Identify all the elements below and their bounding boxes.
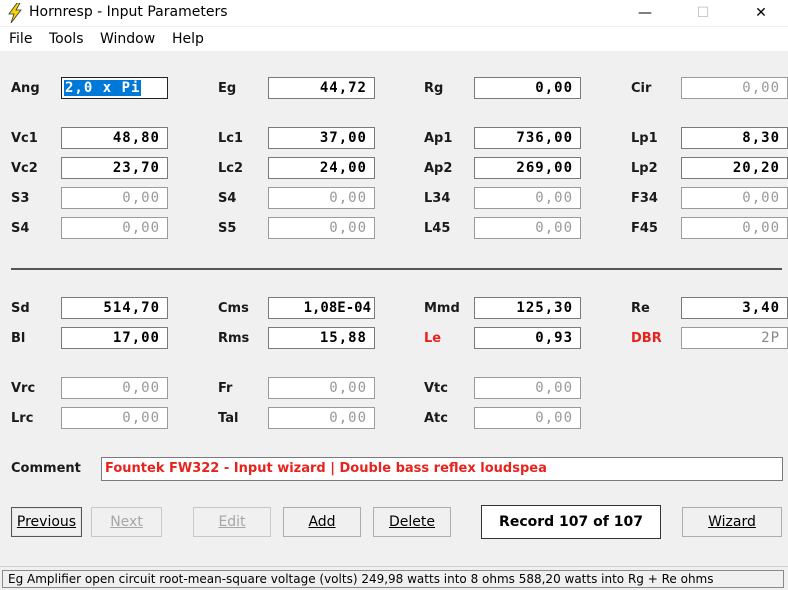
label-rms: Rms (218, 331, 250, 346)
label-f45: F45 (631, 221, 658, 236)
field-l45[interactable]: 0,00 (474, 217, 581, 239)
label-s4: S4 (11, 221, 30, 236)
field-vc2[interactable]: 23,70 (61, 157, 168, 179)
field-lc1[interactable]: 37,00 (268, 127, 375, 149)
label-s3: S3 (11, 191, 30, 206)
field-ang-value: 2,0 x Pi (64, 80, 142, 96)
close-button[interactable]: ✕ (738, 0, 784, 26)
label-s5: S5 (218, 221, 237, 236)
label-lp2: Lp2 (631, 161, 658, 176)
field-l34[interactable]: 0,00 (474, 187, 581, 209)
comment-field[interactable]: Fountek FW322 - Input wizard | Double ba… (101, 457, 783, 481)
field-s5[interactable]: 0,00 (268, 217, 375, 239)
menu-tools[interactable]: Tools (49, 31, 84, 47)
field-rg[interactable]: 0,00 (474, 77, 581, 99)
label-vtc: Vtc (424, 381, 448, 396)
field-cms[interactable]: 1,08E-04 (268, 297, 375, 319)
label-dbr[interactable]: DBR (631, 331, 662, 347)
delete-button[interactable]: Delete (373, 507, 451, 537)
label-cir: Cir (631, 81, 652, 96)
label-f34: F34 (631, 191, 658, 206)
menu-bar: File Tools Window Help (0, 27, 788, 51)
label-vrc: Vrc (11, 381, 36, 396)
field-tal[interactable]: 0,00 (268, 407, 375, 429)
field-sd[interactable]: 514,70 (61, 297, 168, 319)
section-divider (11, 268, 782, 270)
field-lp2[interactable]: 20,20 (681, 157, 788, 179)
label-eg: Eg (218, 81, 237, 96)
label-vc1: Vc1 (11, 131, 38, 146)
label-s4-upper: S4 (218, 191, 237, 206)
menu-file[interactable]: File (9, 31, 32, 47)
label-lc1: Lc1 (218, 131, 244, 146)
field-s4[interactable]: 0,00 (61, 217, 168, 239)
label-rg: Rg (424, 81, 444, 96)
label-comment: Comment (11, 461, 81, 476)
record-counter: Record 107 of 107 (481, 505, 661, 539)
label-le[interactable]: Le (424, 331, 441, 347)
wizard-button[interactable]: Wizard (682, 507, 782, 537)
maximize-icon: ☐ (696, 5, 710, 21)
label-fr: Fr (218, 381, 233, 396)
label-ap2: Ap2 (424, 161, 453, 176)
close-icon: ✕ (755, 5, 767, 21)
field-eg[interactable]: 44,72 (268, 77, 375, 99)
field-vrc[interactable]: 0,00 (61, 377, 168, 399)
edit-button[interactable]: Edit (193, 507, 271, 537)
window-title: Hornresp - Input Parameters (29, 4, 228, 20)
field-re[interactable]: 3,40 (681, 297, 788, 319)
label-ap1: Ap1 (424, 131, 453, 146)
field-cir[interactable]: 0,00 (681, 77, 788, 99)
field-vc1[interactable]: 48,80 (61, 127, 168, 149)
label-mmd: Mmd (424, 301, 460, 316)
next-button[interactable]: Next (91, 507, 162, 537)
menu-window[interactable]: Window (100, 31, 155, 47)
label-l45: L45 (424, 221, 451, 236)
field-lc2[interactable]: 24,00 (268, 157, 375, 179)
field-rms[interactable]: 15,88 (268, 327, 375, 349)
previous-button[interactable]: Previous (11, 507, 82, 537)
label-cms: Cms (218, 301, 249, 316)
label-lrc: Lrc (11, 411, 34, 426)
label-ang: Ang (11, 81, 40, 96)
field-le[interactable]: 0,93 (474, 327, 581, 349)
field-mmd[interactable]: 125,30 (474, 297, 581, 319)
field-s4-upper[interactable]: 0,00 (268, 187, 375, 209)
label-vc2: Vc2 (11, 161, 38, 176)
label-bl: Bl (11, 331, 26, 346)
label-re: Re (631, 301, 650, 316)
minimize-icon: — (638, 5, 652, 21)
field-fr[interactable]: 0,00 (268, 377, 375, 399)
maximize-button[interactable]: ☐ (680, 0, 726, 26)
field-ap2[interactable]: 269,00 (474, 157, 581, 179)
field-ap1[interactable]: 736,00 (474, 127, 581, 149)
field-s3[interactable]: 0,00 (61, 187, 168, 209)
field-bl[interactable]: 17,00 (61, 327, 168, 349)
label-lp1: Lp1 (631, 131, 658, 146)
label-l34: L34 (424, 191, 451, 206)
field-f45[interactable]: 0,00 (681, 217, 788, 239)
field-atc[interactable]: 0,00 (474, 407, 581, 429)
status-text: Eg Amplifier open circuit root-mean-squa… (2, 570, 784, 588)
label-tal: Tal (218, 411, 239, 426)
status-bar: Eg Amplifier open circuit root-mean-squa… (0, 566, 788, 590)
field-f34[interactable]: 0,00 (681, 187, 788, 209)
minimize-button[interactable]: — (622, 0, 668, 26)
menu-help[interactable]: Help (172, 31, 204, 47)
field-dbr[interactable]: 2P (681, 327, 788, 349)
lightning-app-icon (8, 3, 22, 23)
label-lc2: Lc2 (218, 161, 244, 176)
field-vtc[interactable]: 0,00 (474, 377, 581, 399)
add-button[interactable]: Add (283, 507, 361, 537)
title-bar: Hornresp - Input Parameters — ☐ ✕ (0, 0, 788, 26)
label-sd: Sd (11, 301, 30, 316)
field-lp1[interactable]: 8,30 (681, 127, 788, 149)
field-lrc[interactable]: 0,00 (61, 407, 168, 429)
field-ang[interactable]: 2,0 x Pi (61, 77, 168, 99)
label-atc: Atc (424, 411, 448, 426)
